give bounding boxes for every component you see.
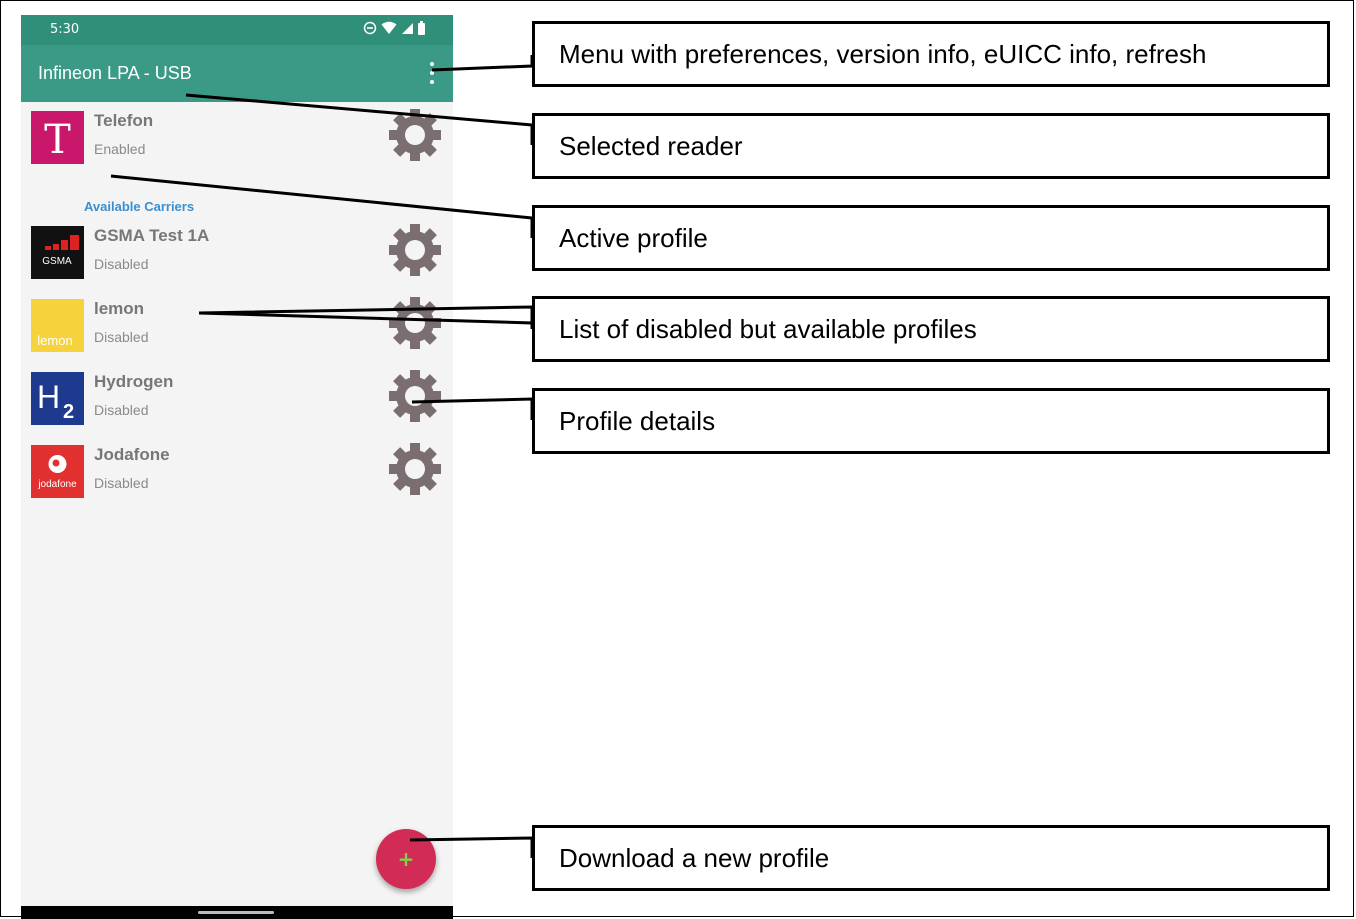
- callout-download-profile: Download a new profile: [532, 825, 1330, 891]
- callout-active-profile: Active profile: [532, 205, 1330, 271]
- callout-menu: Menu with preferences, version info, eUI…: [532, 21, 1330, 87]
- callout-selected-reader: Selected reader: [532, 113, 1330, 179]
- callout-disabled-profiles: List of disabled but available profiles: [532, 296, 1330, 362]
- callout-profile-details: Profile details: [532, 388, 1330, 454]
